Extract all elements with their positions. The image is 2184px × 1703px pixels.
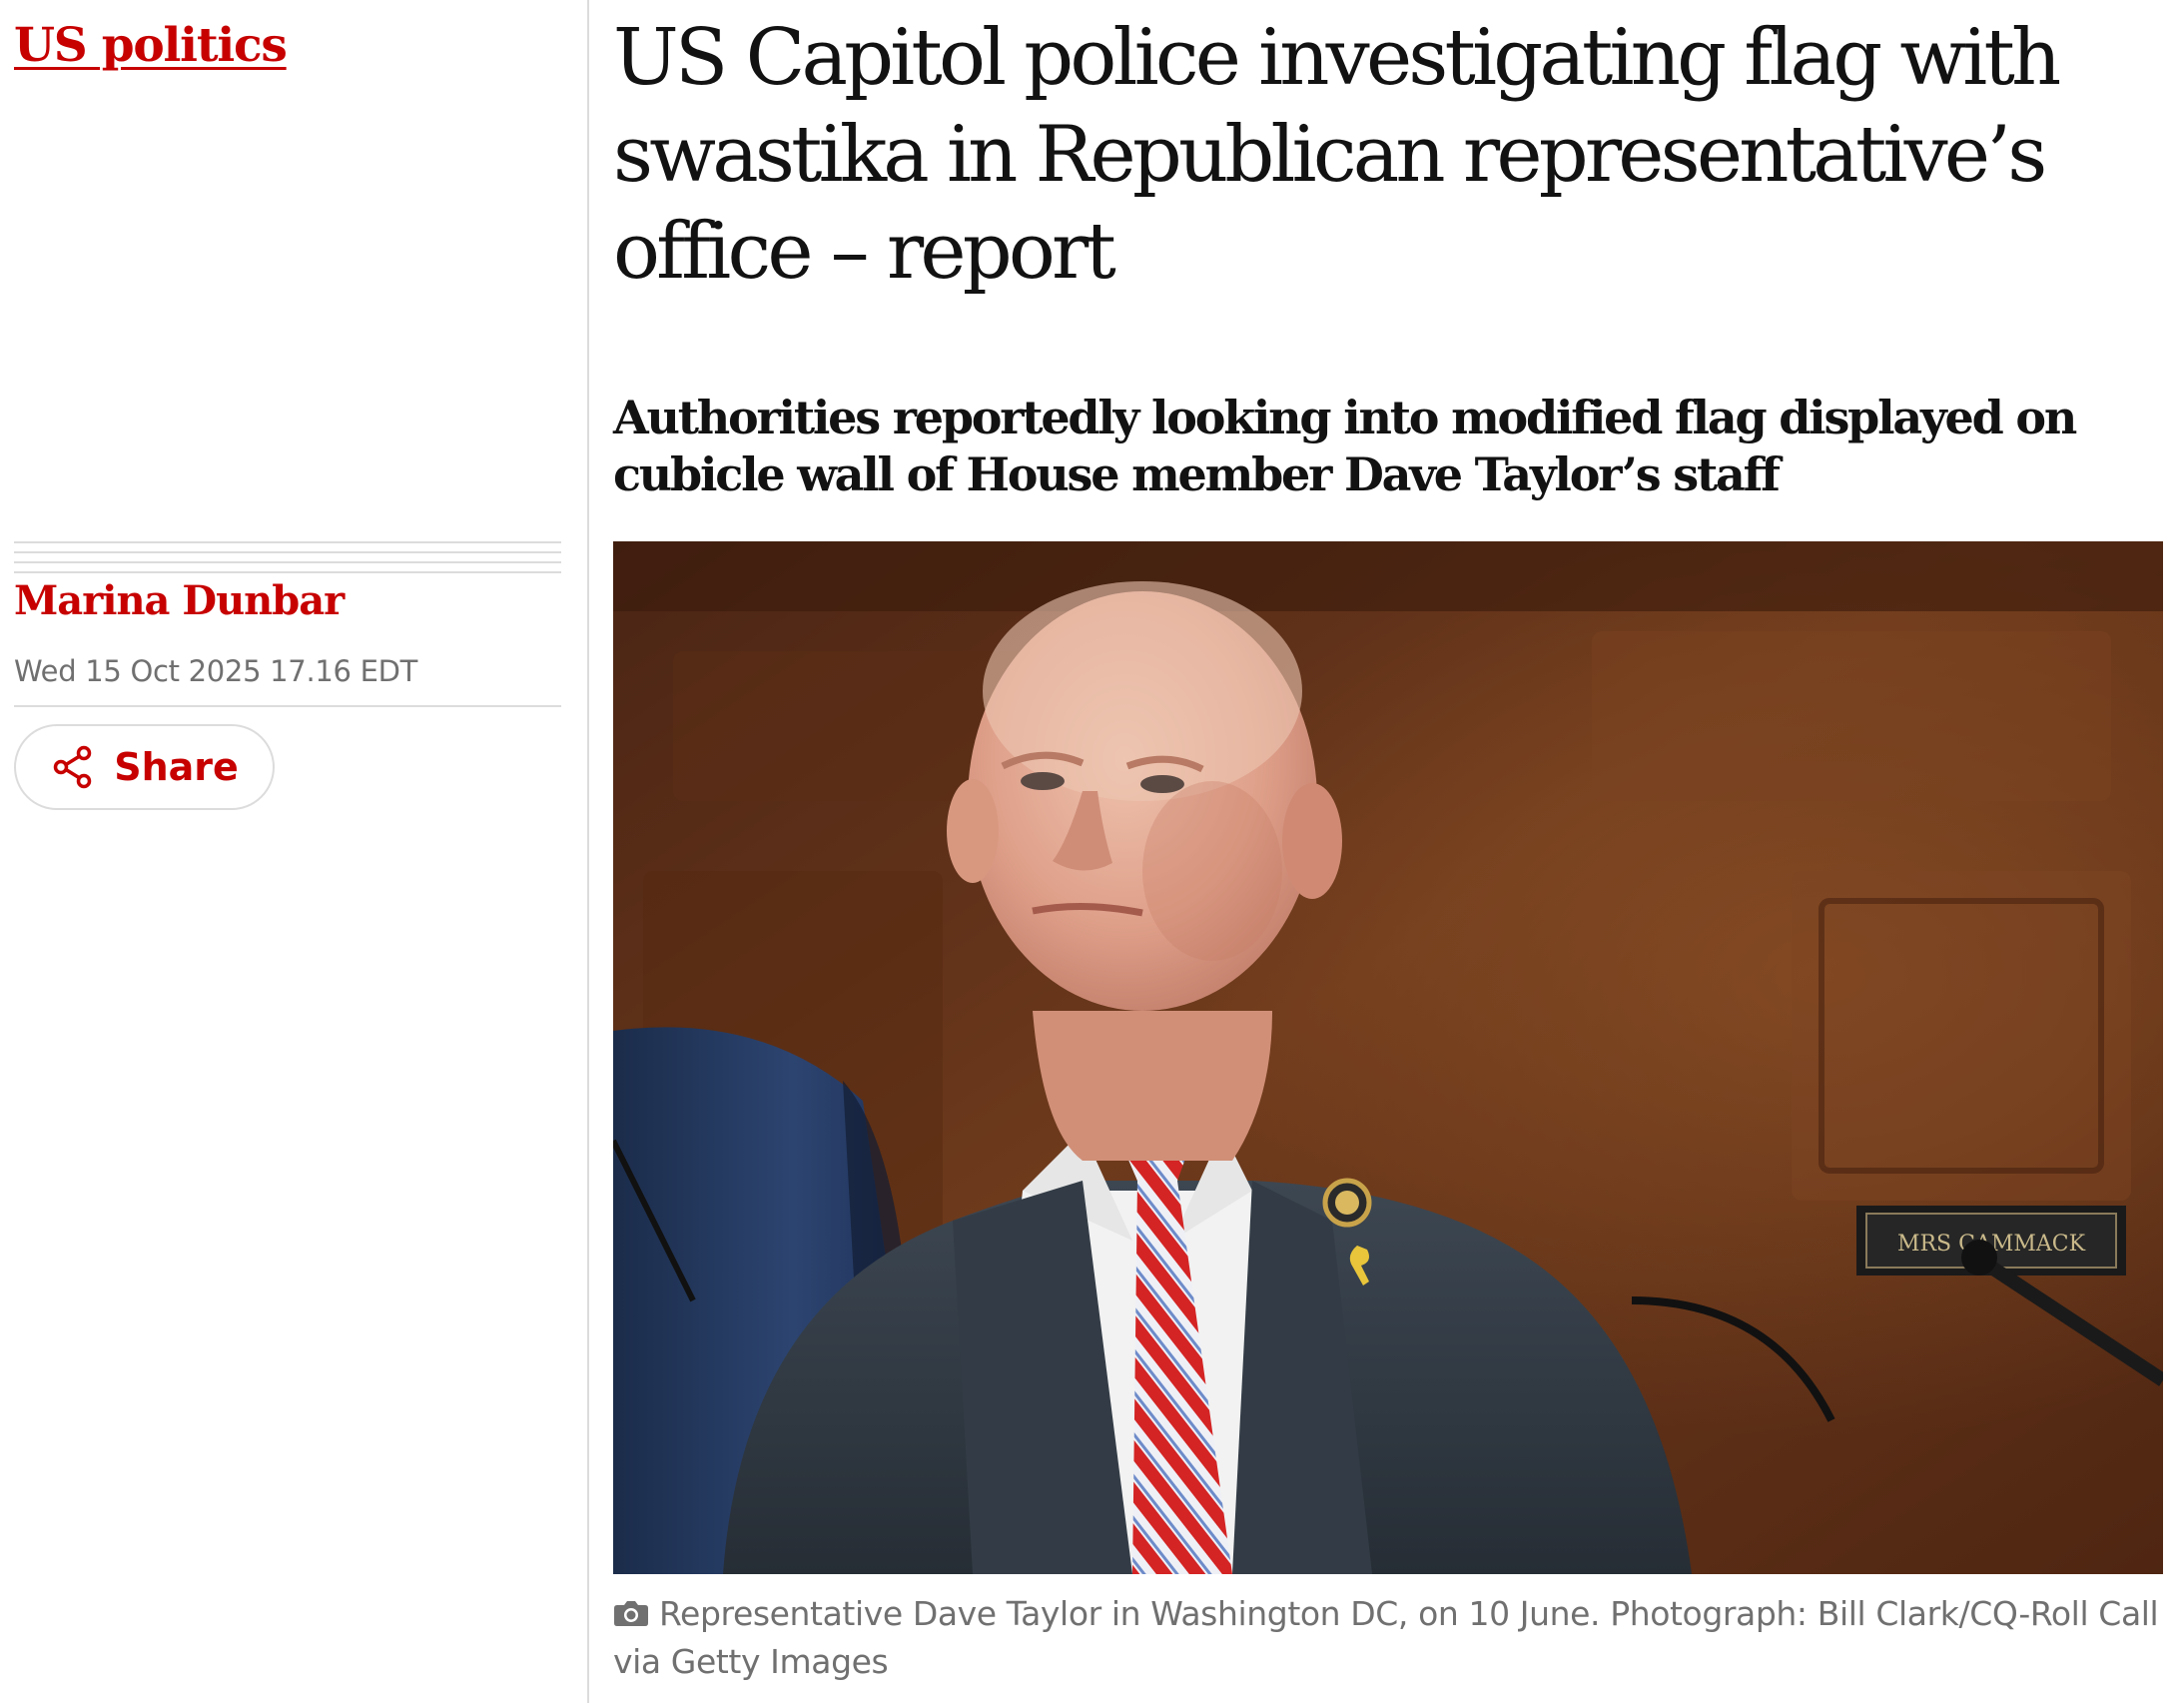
publish-date: Wed 15 Oct 2025 17.16 EDT — [14, 654, 418, 688]
article-standfirst: Authorities reportedly looking into modi… — [613, 391, 2077, 501]
meta-divider — [14, 705, 561, 707]
photo-caption-text: Representative Dave Taylor in Washington… — [613, 1594, 2159, 1681]
article-main-photo[interactable]: MRS CAMMACK — [613, 541, 2163, 1574]
share-button[interactable]: Share — [14, 724, 275, 810]
byline-rules — [14, 541, 561, 581]
article-meta-column: US politics Marina Dunbar Wed 15 Oct 202… — [0, 0, 587, 1703]
article-headline: US Capitol police investigating flag wit… — [613, 13, 2061, 297]
photo-caption: Representative Dave Taylor in Washington… — [613, 1590, 2171, 1686]
camera-icon — [614, 1601, 648, 1626]
column-divider — [587, 0, 589, 1703]
section-link-us-politics[interactable]: US politics — [14, 18, 288, 73]
share-button-label: Share — [114, 745, 239, 789]
author-byline[interactable]: Marina Dunbar — [14, 577, 345, 624]
share-icon — [53, 745, 92, 789]
